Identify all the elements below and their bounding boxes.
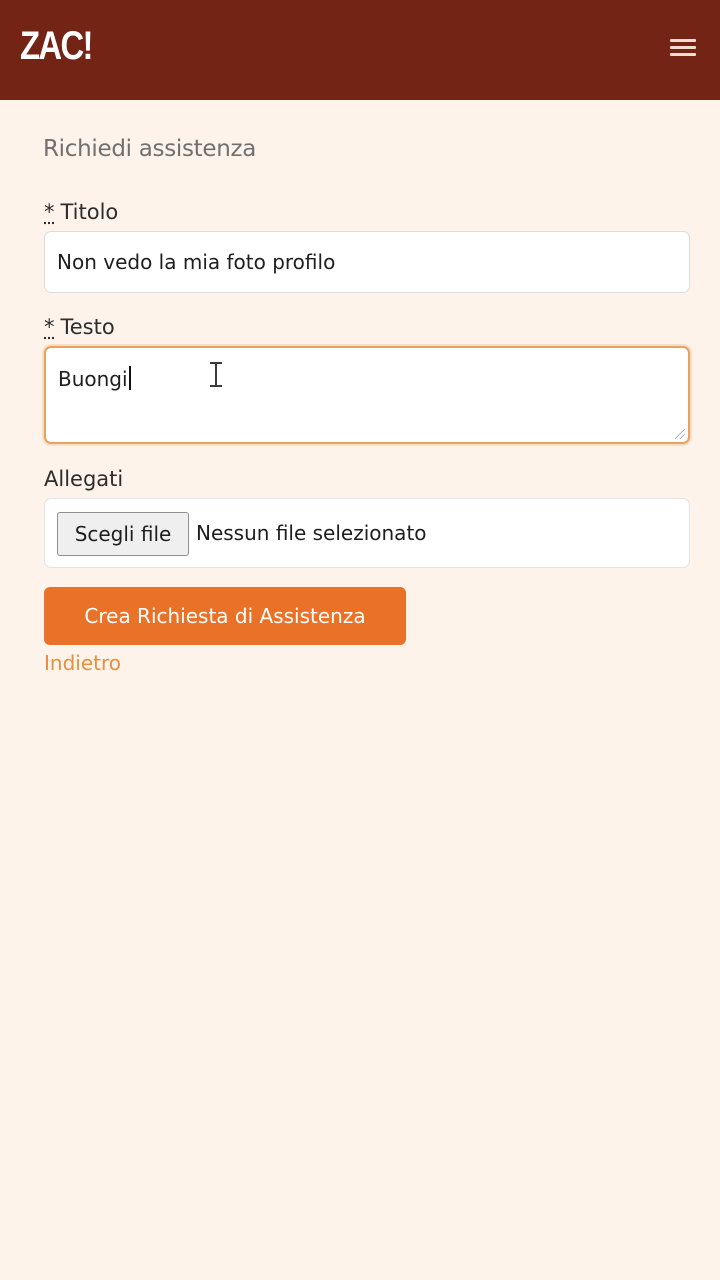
text-textarea[interactable]: Buongi <box>44 346 690 444</box>
choose-file-button[interactable]: Scegli file <box>57 512 189 556</box>
textarea-value: Buongi <box>58 367 128 391</box>
top-navbar: ZAC! <box>0 0 720 100</box>
title-label: * Titolo <box>44 200 118 224</box>
menu-line <box>670 53 696 56</box>
resize-handle-icon[interactable] <box>675 429 685 439</box>
i-beam-cursor-icon <box>209 362 223 388</box>
create-request-button[interactable]: Crea Richiesta di Assistenza <box>44 587 406 645</box>
title-input[interactable]: Non vedo la mia foto profilo <box>44 231 690 293</box>
text-label-text: Testo <box>60 315 115 339</box>
logo[interactable]: ZAC! <box>20 22 93 70</box>
required-marker: * <box>44 315 55 339</box>
hamburger-menu-icon[interactable] <box>668 36 700 62</box>
page-title: Richiedi assistenza <box>43 136 257 162</box>
file-status: Nessun file selezionato <box>196 521 427 545</box>
text-label: * Testo <box>44 315 115 339</box>
required-marker: * <box>44 200 55 224</box>
file-input[interactable]: Scegli file Nessun file selezionato <box>44 498 690 568</box>
title-label-text: Titolo <box>60 200 119 224</box>
back-link[interactable]: Indietro <box>44 651 121 675</box>
menu-line <box>670 39 696 42</box>
text-caret <box>128 366 131 390</box>
menu-line <box>670 46 696 49</box>
attachments-label: Allegati <box>44 467 124 491</box>
